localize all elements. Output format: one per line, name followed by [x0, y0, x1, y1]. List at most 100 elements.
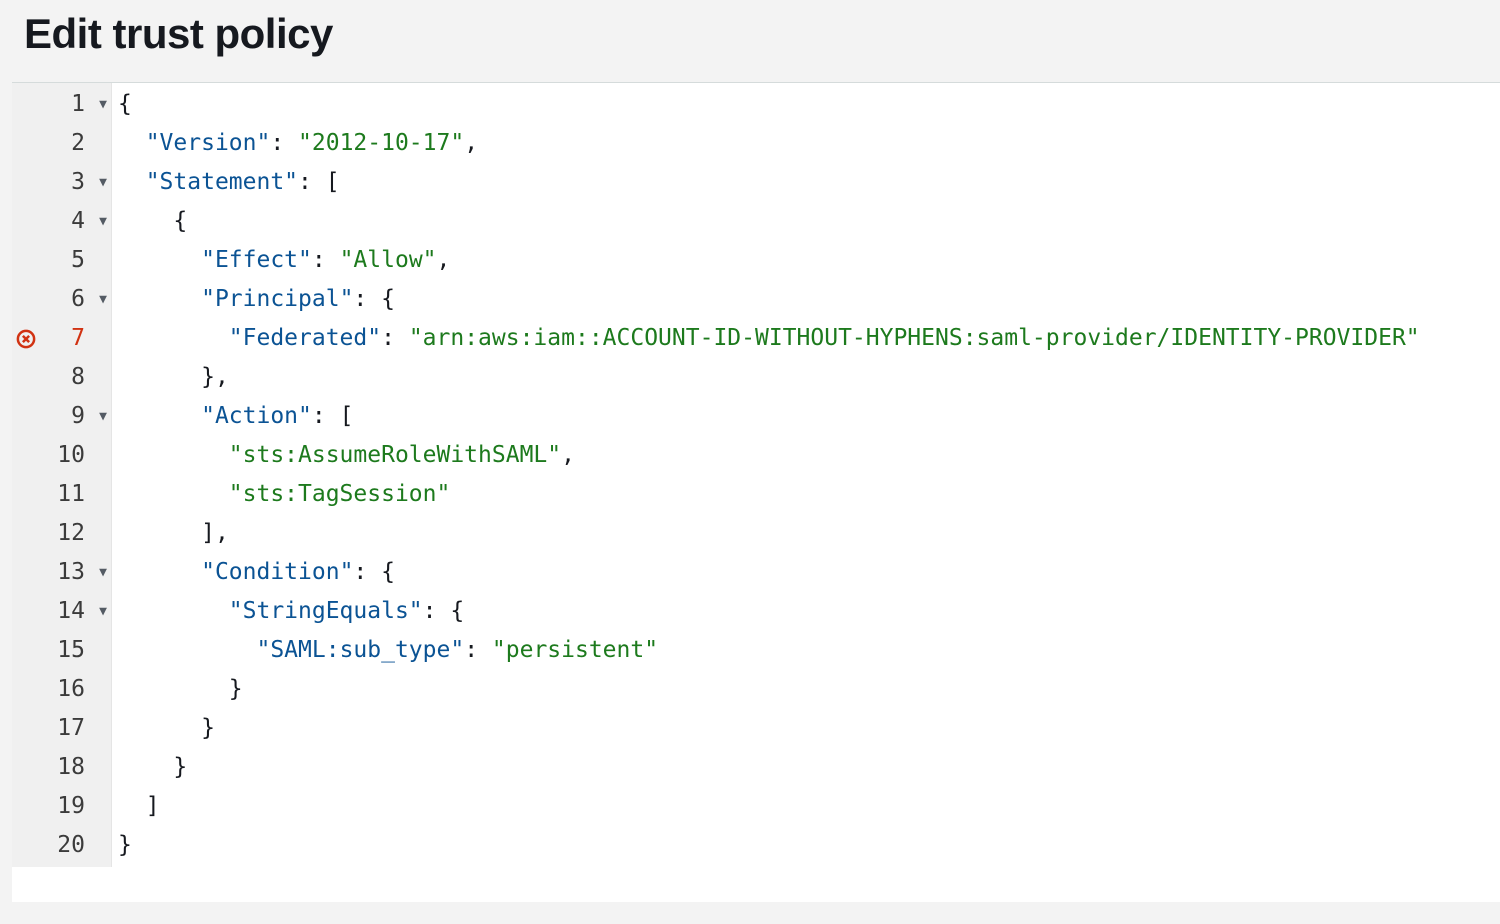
fold-icon[interactable]: ▼ — [91, 566, 107, 579]
token-punc: : — [312, 247, 340, 273]
line-number: 20 — [57, 826, 91, 865]
line-number: 3 — [59, 163, 91, 202]
gutter-row: 7 — [12, 319, 111, 358]
token-punc: : [ — [312, 403, 354, 429]
token-key: "Condition" — [201, 559, 353, 585]
token-key: "Principal" — [201, 286, 353, 312]
code-line[interactable]: } — [118, 826, 1420, 865]
code-line[interactable]: "Statement": [ — [118, 163, 1420, 202]
line-number: 11 — [57, 475, 91, 514]
token-brace: } — [229, 676, 243, 702]
gutter-row: 10 — [12, 436, 111, 475]
token-str: "2012-10-17" — [298, 130, 464, 156]
token-punc: , — [437, 247, 451, 273]
code-line[interactable]: "Condition": { — [118, 553, 1420, 592]
fold-icon[interactable]: ▼ — [91, 215, 107, 228]
token-brace: ] — [146, 793, 160, 819]
page-title: Edit trust policy — [0, 0, 1500, 82]
code-line[interactable]: } — [118, 709, 1420, 748]
token-brace: } — [173, 754, 187, 780]
gutter-row: 1▼ — [12, 85, 111, 124]
fold-icon[interactable]: ▼ — [91, 176, 107, 189]
gutter-row: 12 — [12, 514, 111, 553]
token-key: "Statement" — [146, 169, 298, 195]
token-punc: , — [561, 442, 575, 468]
token-key: "Effect" — [201, 247, 312, 273]
line-number: 2 — [59, 124, 91, 163]
token-brace: ], — [201, 520, 229, 546]
token-key: "Federated" — [229, 325, 381, 351]
fold-icon[interactable]: ▼ — [91, 605, 107, 618]
code-line[interactable]: }, — [118, 358, 1420, 397]
token-str: "persistent" — [492, 637, 658, 663]
gutter-row: 20 — [12, 826, 111, 865]
gutter-row: 6▼ — [12, 280, 111, 319]
gutter-row: 4▼ — [12, 202, 111, 241]
line-number: 17 — [57, 709, 91, 748]
fold-icon[interactable]: ▼ — [91, 293, 107, 306]
token-key: "StringEquals" — [229, 598, 423, 624]
error-icon — [16, 329, 36, 349]
editor-gutter: 1▼23▼4▼56▼ 789▼10111213▼14▼151617181920 — [12, 83, 112, 867]
token-brace: }, — [201, 364, 229, 390]
gutter-row: 15 — [12, 631, 111, 670]
gutter-row: 9▼ — [12, 397, 111, 436]
gutter-row: 2 — [12, 124, 111, 163]
code-line[interactable]: "Federated": "arn:aws:iam::ACCOUNT-ID-WI… — [118, 319, 1420, 358]
line-number: 10 — [57, 436, 91, 475]
code-line[interactable]: "Action": [ — [118, 397, 1420, 436]
token-punc: : — [464, 637, 492, 663]
gutter-row: 8 — [12, 358, 111, 397]
line-number: 13 — [57, 553, 91, 592]
fold-icon[interactable]: ▼ — [91, 98, 107, 111]
code-line[interactable]: "sts:TagSession" — [118, 475, 1420, 514]
code-line[interactable]: "SAML:sub_type": "persistent" — [118, 631, 1420, 670]
token-punc: : — [381, 325, 409, 351]
code-line[interactable]: ], — [118, 514, 1420, 553]
token-punc: : { — [423, 598, 465, 624]
gutter-row: 5 — [12, 241, 111, 280]
token-brace: } — [201, 715, 215, 741]
token-punc: : — [270, 130, 298, 156]
token-brace: { — [173, 208, 187, 234]
line-number: 8 — [59, 358, 91, 397]
code-line[interactable]: { — [118, 85, 1420, 124]
token-punc: : { — [353, 286, 395, 312]
code-line[interactable]: { — [118, 202, 1420, 241]
line-number: 18 — [57, 748, 91, 787]
gutter-row: 17 — [12, 709, 111, 748]
fold-icon[interactable]: ▼ — [91, 410, 107, 423]
line-number: 6 — [59, 280, 91, 319]
code-line[interactable]: "Version": "2012-10-17", — [118, 124, 1420, 163]
code-line[interactable]: "sts:AssumeRoleWithSAML", — [118, 436, 1420, 475]
gutter-row: 13▼ — [12, 553, 111, 592]
line-number: 4 — [59, 202, 91, 241]
gutter-row: 18 — [12, 748, 111, 787]
code-line[interactable]: "Principal": { — [118, 280, 1420, 319]
editor-code[interactable]: { "Version": "2012-10-17", "Statement": … — [112, 83, 1420, 867]
code-line[interactable]: } — [118, 670, 1420, 709]
line-number: 7 — [59, 319, 91, 358]
code-line[interactable]: "StringEquals": { — [118, 592, 1420, 631]
gutter-row: 16 — [12, 670, 111, 709]
code-line[interactable]: } — [118, 748, 1420, 787]
token-punc: : { — [353, 559, 395, 585]
code-line[interactable]: "Effect": "Allow", — [118, 241, 1420, 280]
token-brace: } — [118, 832, 132, 858]
line-number: 19 — [57, 787, 91, 826]
gutter-row: 3▼ — [12, 163, 111, 202]
line-number: 9 — [59, 397, 91, 436]
token-str: "Allow" — [340, 247, 437, 273]
token-str: "arn:aws:iam::ACCOUNT-ID-WITHOUT-HYPHENS… — [409, 325, 1420, 351]
token-punc: : [ — [298, 169, 340, 195]
gutter-row: 19 — [12, 787, 111, 826]
policy-editor[interactable]: 1▼23▼4▼56▼ 789▼10111213▼14▼151617181920 … — [12, 82, 1500, 902]
token-str: "sts:AssumeRoleWithSAML" — [229, 442, 561, 468]
gutter-row: 14▼ — [12, 592, 111, 631]
token-punc: , — [464, 130, 478, 156]
line-number: 16 — [57, 670, 91, 709]
token-key: "Action" — [201, 403, 312, 429]
code-line[interactable]: ] — [118, 787, 1420, 826]
line-number: 14 — [57, 592, 91, 631]
line-number: 15 — [57, 631, 91, 670]
